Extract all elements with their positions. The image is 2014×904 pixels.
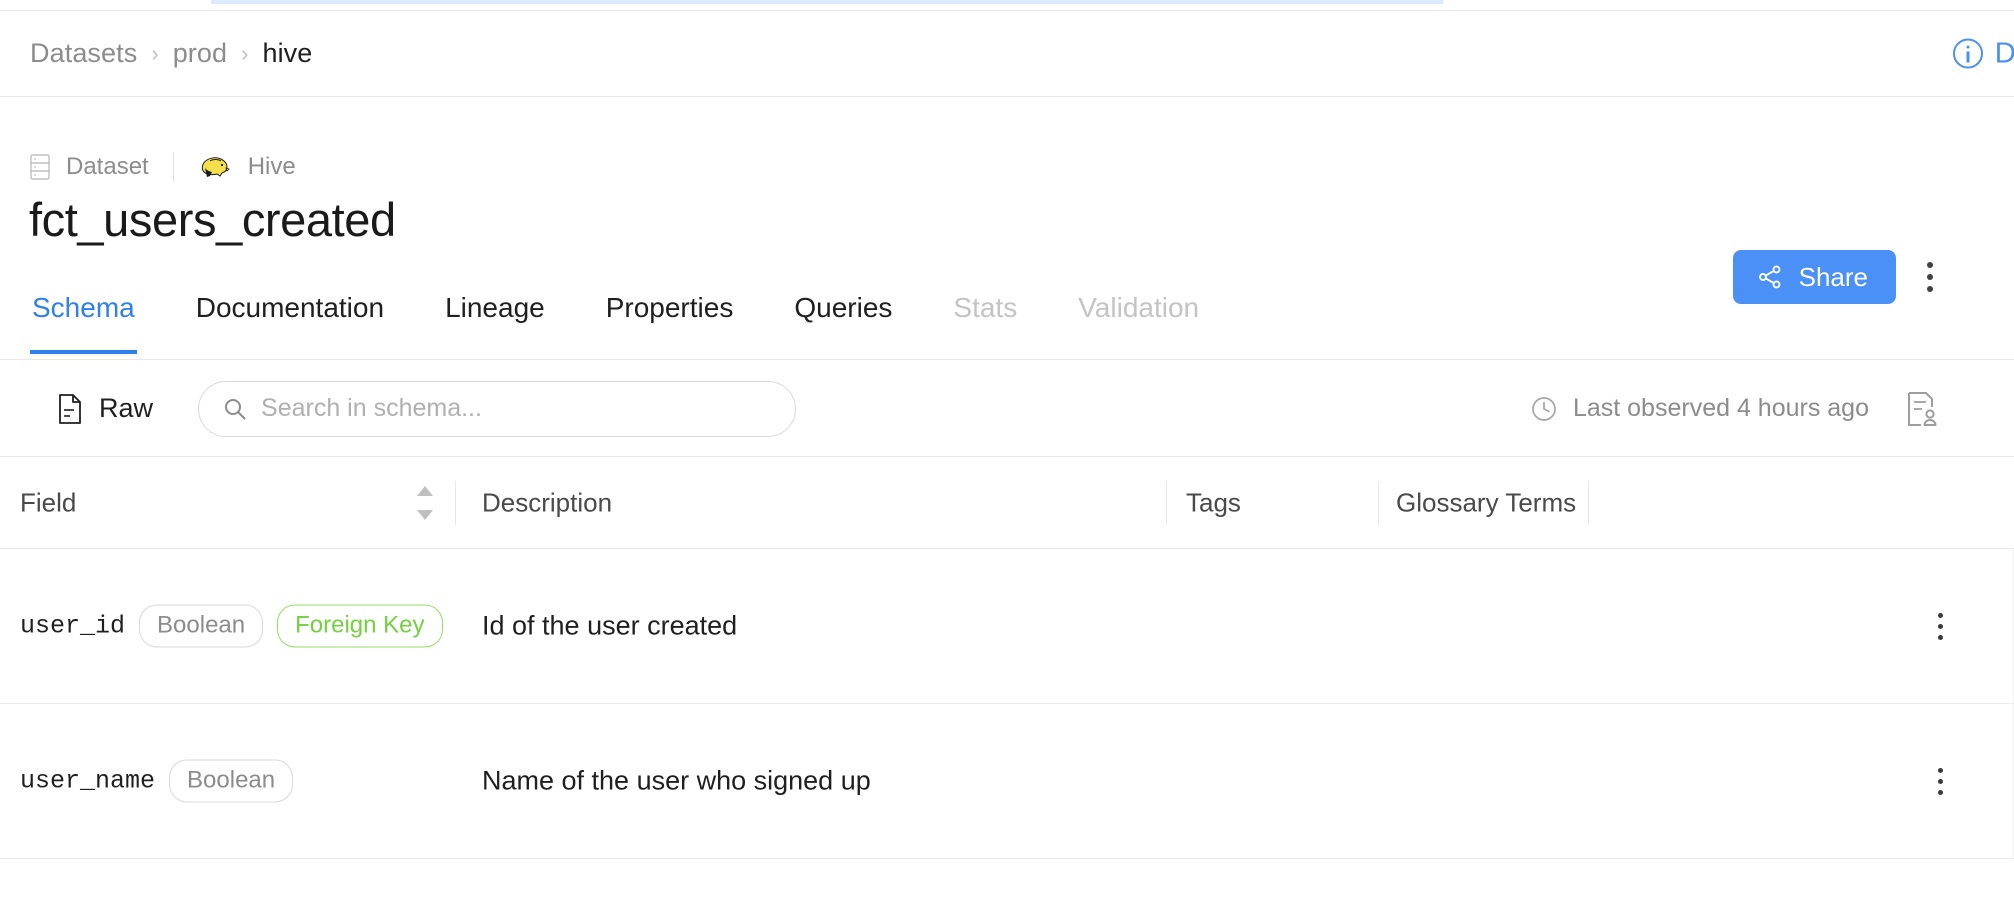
breadcrumb-bar: Datasets › prod › hive Deta <box>0 11 2014 97</box>
column-header-tags[interactable]: Tags <box>1186 487 1241 518</box>
column-header-glossary[interactable]: Glossary Terms <box>1396 487 1576 518</box>
field-cell: user_id Boolean Foreign Key <box>20 605 443 648</box>
document-owner-icon[interactable] <box>1902 389 1942 429</box>
raw-toggle-label: Raw <box>99 393 153 424</box>
tab-stats: Stats <box>951 288 1019 354</box>
breadcrumb-item-hive[interactable]: hive <box>262 38 312 69</box>
tab-validation: Validation <box>1076 288 1201 354</box>
page-top-strip <box>0 0 2014 10</box>
search-input[interactable] <box>198 381 796 437</box>
clock-icon <box>1531 396 1557 422</box>
field-name: user_name <box>20 767 155 796</box>
last-observed-status: Last observed 4 hours ago <box>1531 394 1869 423</box>
breadcrumb-item-datasets[interactable]: Datasets <box>30 38 137 69</box>
type-badge: Boolean <box>169 760 293 803</box>
caret-up-icon <box>417 486 433 496</box>
details-link-label: Deta <box>1995 37 2014 70</box>
key-badge: Foreign Key <box>277 605 442 648</box>
details-link[interactable]: Deta <box>1953 37 2014 70</box>
schema-search <box>198 381 796 437</box>
breadcrumb-separator-icon: › <box>151 43 158 65</box>
row-kebab-menu-icon[interactable] <box>1923 604 1957 648</box>
table-row[interactable]: user_id Boolean Foreign Key Id of the us… <box>0 549 2014 704</box>
top-accent-bar <box>211 0 1443 4</box>
last-observed-label: Last observed 4 hours ago <box>1573 394 1869 423</box>
meta-divider <box>173 152 174 182</box>
tab-lineage[interactable]: Lineage <box>443 288 547 354</box>
column-divider <box>455 481 456 525</box>
row-kebab-menu-icon[interactable] <box>1923 759 1957 803</box>
description-cell[interactable]: Name of the user who signed up <box>482 766 871 797</box>
sort-field-control[interactable] <box>415 486 435 520</box>
entity-tabs: Schema Documentation Lineage Properties … <box>0 288 2014 360</box>
dataset-platform-label: Hive <box>248 153 296 181</box>
tab-queries[interactable]: Queries <box>792 288 894 354</box>
dataset-meta-row: Dataset Hive <box>30 152 296 182</box>
table-header-row: Field Description Tags Glossary Terms <box>0 457 2014 549</box>
field-cell: user_name Boolean <box>20 760 293 803</box>
share-icon <box>1757 264 1783 290</box>
caret-down-icon <box>417 510 433 520</box>
breadcrumb-item-prod[interactable]: prod <box>173 38 227 69</box>
database-icon <box>30 154 50 180</box>
column-divider <box>1166 481 1167 525</box>
dataset-type-label: Dataset <box>66 153 149 181</box>
type-badge: Boolean <box>139 605 263 648</box>
raw-toggle-button[interactable]: Raw <box>56 393 153 425</box>
tab-properties[interactable]: Properties <box>604 288 736 354</box>
page-title: fct_users_created <box>29 194 396 246</box>
raw-document-icon <box>56 393 84 425</box>
info-icon <box>1953 39 1983 69</box>
hive-elephant-logo-icon <box>198 152 232 182</box>
column-header-description[interactable]: Description <box>482 487 612 518</box>
schema-toolbar: Raw Last observed 4 hours ago <box>0 361 2014 457</box>
column-divider <box>1378 481 1379 525</box>
breadcrumb: Datasets › prod › hive <box>30 38 312 69</box>
dataset-header: Dataset Hive fct_users_created Share <box>0 98 2014 298</box>
column-header-field[interactable]: Field <box>20 487 76 518</box>
tab-documentation[interactable]: Documentation <box>194 288 386 354</box>
schema-table: Field Description Tags Glossary Terms us… <box>0 457 2014 859</box>
breadcrumb-separator-icon: › <box>241 43 248 65</box>
field-name: user_id <box>20 612 125 641</box>
table-row[interactable]: user_name Boolean Name of the user who s… <box>0 704 2014 859</box>
column-divider <box>1588 481 1589 525</box>
description-cell[interactable]: Id of the user created <box>482 611 737 642</box>
tab-schema[interactable]: Schema <box>30 288 137 354</box>
